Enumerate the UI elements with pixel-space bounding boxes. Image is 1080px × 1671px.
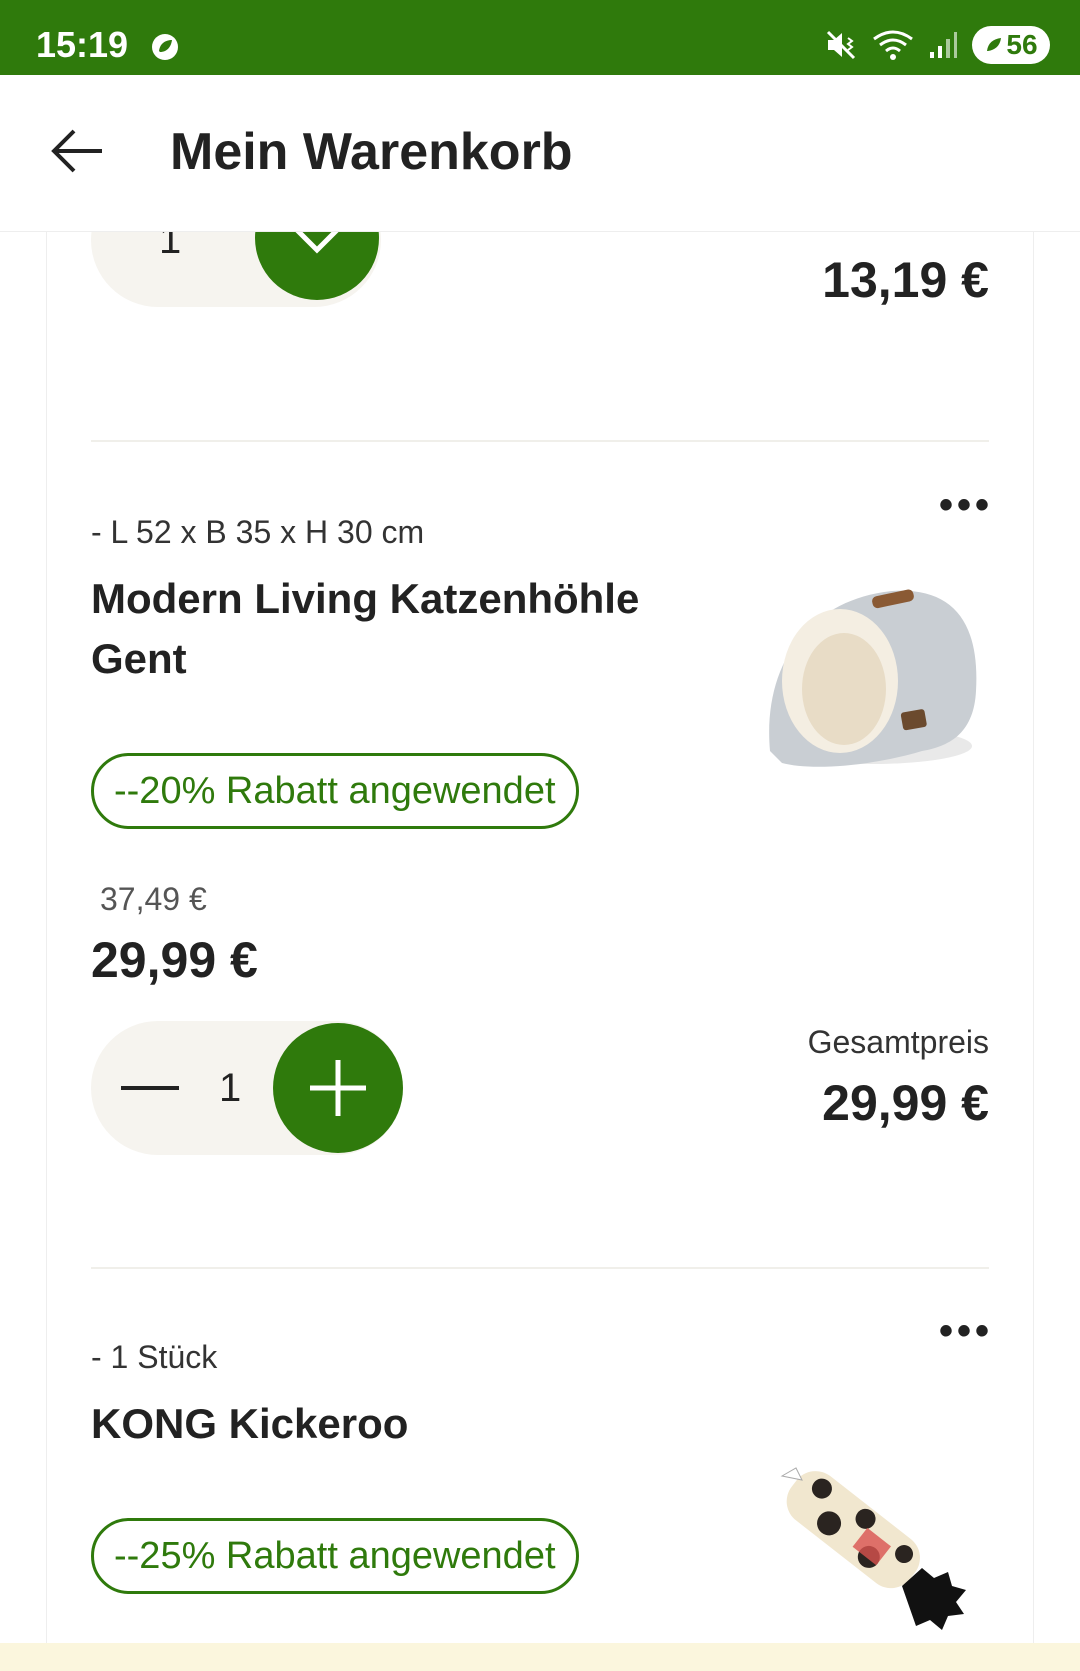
battery-saver-icon [987, 38, 1002, 51]
quantity-selector: 1 [91, 231, 381, 307]
product-name[interactable]: KONG Kickeroo [91, 1394, 691, 1454]
discount-badge: --20% Rabatt angewendet [91, 753, 579, 829]
mute-vibrate-icon [826, 30, 856, 60]
status-icons: 56 [824, 26, 1050, 64]
discount-badge: --25% Rabatt angewendet [91, 1518, 579, 1594]
status-bar: 15:19 56 [0, 0, 1080, 75]
item-divider [91, 1267, 989, 1269]
item-divider [91, 440, 989, 442]
product-image[interactable] [752, 1456, 972, 1631]
battery-level: 56 [1006, 29, 1038, 60]
item-spec: - L 52 x B 35 x H 30 cm [91, 514, 425, 550]
signal-icon [930, 32, 957, 58]
original-price: 37,49 € [100, 881, 207, 917]
more-options-icon[interactable]: ••• [939, 483, 993, 528]
quantity-dropdown-button[interactable] [255, 231, 379, 300]
item-spec: - 1 Stück [91, 1339, 218, 1375]
bottom-sheet-edge [0, 1643, 1080, 1671]
cart-list[interactable]: 1 13,19 € - L 52 x B 35 x H 30 cm ••• Mo… [46, 231, 1034, 1643]
increase-quantity-button[interactable] [273, 1023, 403, 1153]
more-options-icon[interactable]: ••• [939, 1309, 993, 1354]
minus-icon [121, 1086, 179, 1090]
total-price-label: Gesamtpreis [807, 1024, 989, 1060]
app-bar: Mein Warenkorb [0, 75, 1080, 232]
back-arrow-icon[interactable] [50, 127, 106, 175]
quantity-value: 1 [159, 231, 182, 262]
product-image[interactable] [752, 571, 992, 781]
discounted-price: 29,99 € [91, 932, 258, 988]
item-total-price: 29,99 € [822, 1075, 989, 1131]
quantity-stepper: 1 [91, 1021, 403, 1155]
decrease-quantity-button[interactable] [115, 1058, 185, 1118]
leaf-status-icon [152, 34, 178, 60]
plus-icon [310, 1060, 366, 1116]
page-title: Mein Warenkorb [170, 123, 573, 181]
quantity-value: 1 [219, 1066, 242, 1110]
item-total-price: 13,19 € [822, 252, 989, 308]
product-name[interactable]: Modern Living Katzenhöhle Gent [91, 569, 691, 689]
wifi-icon [873, 30, 913, 60]
status-time: 15:19 [36, 24, 129, 65]
battery-indicator: 56 [972, 26, 1050, 64]
chevron-down-icon [294, 231, 340, 254]
